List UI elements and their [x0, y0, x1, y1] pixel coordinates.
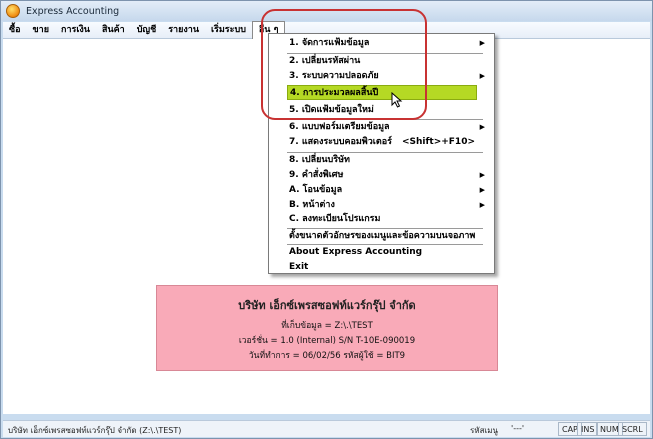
menu-item-change-company[interactable]: 8. เปลี่ยนบริษัท	[275, 153, 489, 168]
submenu-arrow-icon: ▶	[479, 39, 485, 47]
menu-item-special-commands[interactable]: 9. คำสั่งพิเศษ ▶	[275, 168, 489, 183]
menu-sales[interactable]: ขาย	[27, 22, 55, 39]
menu-item-about[interactable]: About Express Accounting	[275, 245, 489, 260]
app-logo-icon	[6, 4, 20, 18]
menu-inventory[interactable]: สินค้า	[96, 22, 131, 39]
version-info: เวอร์ชั่น = 1.0 (Internal) S/N T-10E-090…	[238, 336, 416, 346]
menu-item-register[interactable]: C. ลงทะเบียนโปรแกรม	[275, 212, 489, 227]
menu-setup[interactable]: เริ่มระบบ	[205, 22, 252, 39]
menu-item-forms[interactable]: 6. แบบฟอร์มเตรียมข้อมูล ▶	[275, 120, 489, 135]
menu-accounts[interactable]: บัญชี	[131, 22, 163, 39]
submenu-arrow-icon: ▶	[479, 123, 485, 131]
submenu-arrow-icon: ▶	[479, 186, 485, 194]
status-menu-code-label: รหัสเมนู	[470, 426, 498, 435]
submenu-arrow-icon: ▶	[479, 171, 485, 179]
menu-purchase[interactable]: ซื้อ	[3, 22, 27, 39]
data-path: ที่เก็บข้อมูล = Z:\.\TEST	[281, 321, 373, 331]
status-bar: บริษัท เอ็กซ์เพรสซอฟท์แวร์กรุ๊ป จำกัด (Z…	[3, 420, 650, 437]
indicator-scrl: SCRL	[618, 422, 647, 436]
menu-item-exit[interactable]: Exit	[275, 260, 489, 275]
status-menu-code-value: '---'	[511, 424, 525, 433]
date-user-info: วันที่ทำการ = 06/02/56 รหัสผู้ใช้ = BIT9	[248, 351, 406, 361]
company-info-panel: บริษัท เอ็กซ์เพรสซอฟท์แวร์กรุ๊ป จำกัด ที…	[156, 285, 498, 371]
submenu-arrow-icon: ▶	[479, 201, 485, 209]
menu-item-system-info[interactable]: 7. แสดงระบบคอมพิวเตอร์ <Shift>+F10>	[275, 135, 489, 150]
submenu-arrow-icon: ▶	[479, 72, 485, 80]
window-title: Express Accounting	[26, 5, 120, 17]
shortcut-label: <Shift>+F10>	[401, 137, 475, 147]
menu-item-transfer-data[interactable]: A. โอนข้อมูล ▶	[275, 183, 489, 198]
menu-item-window[interactable]: B. หน้าต่าง ▶	[275, 198, 489, 213]
mouse-cursor-icon	[391, 92, 403, 108]
company-name: บริษัท เอ็กซ์เพรสซอฟท์แวร์กรุ๊ป จำกัด	[238, 299, 416, 312]
status-company: บริษัท เอ็กซ์เพรสซอฟท์แวร์กรุ๊ป จำกัด (Z…	[8, 426, 182, 435]
menu-reports[interactable]: รายงาน	[162, 22, 205, 39]
menu-item-font-size[interactable]: ตั้งขนาดตัวอักษรของเมนูและข้อความบนจอภาพ	[275, 229, 489, 244]
menu-finance[interactable]: การเงิน	[55, 22, 96, 39]
